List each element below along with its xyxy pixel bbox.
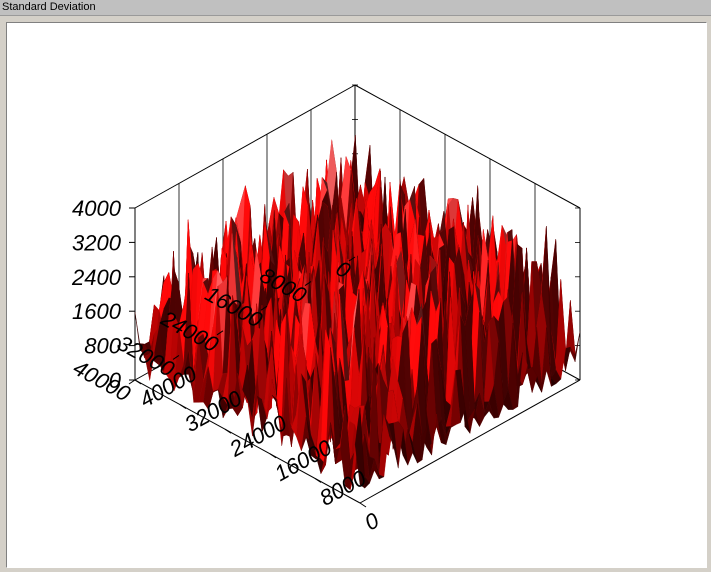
back-top-edge-right	[354, 84, 581, 209]
x-tick-label: 32000	[180, 385, 246, 437]
z-tick-label: 2400	[71, 265, 122, 290]
z-tick-label: 4000	[72, 196, 122, 221]
x-tickmark	[359, 502, 367, 508]
surface	[134, 134, 581, 491]
x-tick-label: 24000	[224, 410, 291, 462]
z-tick-label: 3200	[72, 230, 122, 255]
z-tick-label: 1600	[72, 299, 122, 324]
y-tick-label: 40000	[69, 355, 135, 407]
surface-plot: 08001600240032004000 0800016000240003200…	[69, 84, 581, 535]
x-tickmark	[179, 404, 187, 410]
x-tickmark	[269, 453, 277, 459]
x-tickmark	[314, 477, 322, 483]
x-tick-label: 0	[360, 507, 383, 535]
x-tickmark	[134, 379, 142, 385]
x-tickmark	[224, 428, 232, 434]
